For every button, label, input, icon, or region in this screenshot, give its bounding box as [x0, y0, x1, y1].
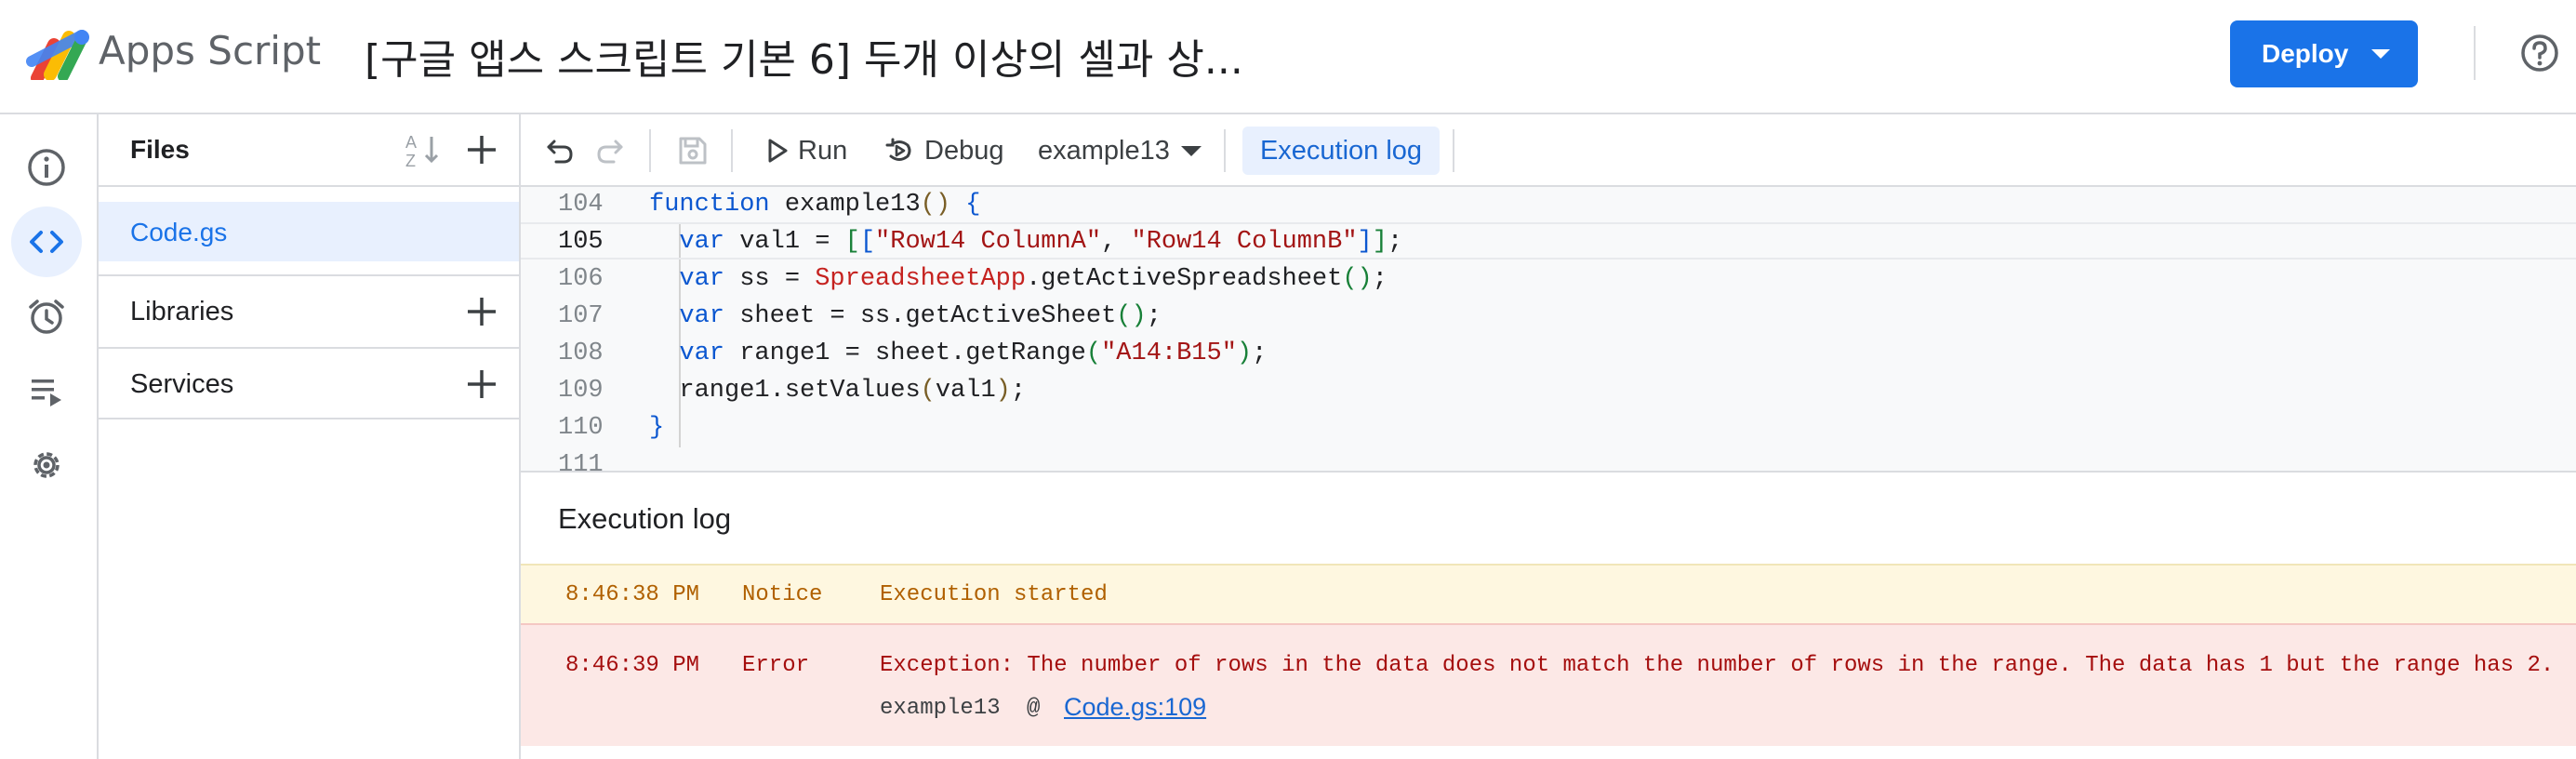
top-bar: Apps Script [구글 앱스 스크립트 기본 6] 두개 이상의 셀과 …	[0, 0, 2576, 114]
app-name[interactable]: Apps Script	[99, 28, 321, 73]
toolbar-divider	[1453, 129, 1454, 172]
apps-script-logo-icon[interactable]	[26, 26, 91, 80]
project-title[interactable]: [구글 앱스 스크립트 기본 6] 두개 이상의 셀과 상...	[365, 26, 1243, 86]
deploy-button[interactable]: Deploy	[2230, 20, 2418, 87]
log-entry-notice: 8:46:38 PM Notice Execution started	[521, 564, 2576, 625]
code-line: 104 function example13() {	[521, 187, 2576, 224]
add-service-icon[interactable]	[465, 367, 498, 401]
log-time: 8:46:38 PM	[565, 582, 700, 607]
code-text: var ss = SpreadsheetApp.getActiveSpreads…	[679, 265, 1388, 293]
line-number: 110	[558, 414, 604, 442]
left-rail	[0, 114, 99, 759]
execution-log-toggle-label: Execution log	[1259, 135, 1423, 166]
files-title: Files	[130, 135, 190, 164]
file-item-code-gs[interactable]: Code.gs	[99, 202, 519, 261]
rail-item-settings[interactable]	[11, 430, 82, 500]
code-text: }	[649, 414, 665, 442]
divider	[2474, 26, 2476, 80]
code-text: function example13() {	[649, 191, 981, 219]
toolbar-divider	[1224, 129, 1226, 172]
save-icon[interactable]	[677, 135, 709, 166]
toolbar-divider	[649, 129, 651, 172]
add-library-icon[interactable]	[465, 295, 498, 328]
execution-log-panel: Execution log 8:46:38 PM Notice Executio…	[521, 473, 2576, 759]
code-line: 106 var ss = SpreadsheetApp.getActiveSpr…	[521, 261, 2576, 299]
debug-button[interactable]: Debug	[885, 114, 1003, 187]
play-icon	[768, 139, 788, 163]
executions-icon	[32, 380, 61, 406]
files-header: Files A Z	[99, 114, 519, 187]
log-time: 8:46:39 PM	[565, 653, 700, 678]
code-line-current: 105 var val1 = [["Row14 ColumnA", "Row14…	[521, 222, 2576, 260]
function-select[interactable]: example13	[1038, 114, 1202, 187]
svg-text:A: A	[405, 133, 417, 152]
help-icon[interactable]	[2520, 33, 2559, 73]
log-entry-error: 8:46:39 PM Error Exception: The number o…	[521, 625, 2576, 746]
libraries-section: Libraries	[99, 274, 519, 347]
code-editor[interactable]: 104 function example13() { 105 var val1 …	[521, 187, 2576, 473]
svg-text:Z: Z	[405, 152, 416, 170]
code-line: 111	[521, 447, 2576, 473]
execution-log-toggle[interactable]: Execution log	[1242, 126, 1440, 175]
log-message: Exception: The number of rows in the dat…	[880, 653, 2555, 678]
function-select-value: example13	[1038, 135, 1170, 166]
sort-az-icon[interactable]: A Z	[402, 129, 443, 170]
line-number: 106	[558, 265, 604, 293]
info-icon	[28, 149, 65, 186]
code-line: 108 var range1 = sheet.getRange("A14:B15…	[521, 336, 2576, 373]
rail-item-editor[interactable]	[11, 206, 82, 277]
log-level: Notice	[742, 582, 823, 607]
alarm-icon	[29, 300, 64, 334]
stack-link[interactable]: Code.gs:109	[1064, 693, 1206, 722]
code-text: var val1 = [["Row14 ColumnA", "Row14 Col…	[679, 228, 1403, 256]
log-level: Error	[742, 653, 810, 678]
services-section: Services	[99, 347, 519, 419]
stack-at: @	[1027, 696, 1041, 721]
dropdown-arrow-icon	[2371, 49, 2390, 59]
libraries-label: Libraries	[130, 297, 234, 326]
editor-toolbar: Run Debug example13 Execution log	[521, 114, 2576, 187]
line-number: 111	[558, 451, 604, 473]
dropdown-arrow-icon	[1180, 145, 1202, 156]
debug-icon	[885, 138, 911, 161]
rail-item-overview[interactable]	[11, 132, 82, 203]
code-text: range1.setValues(val1);	[649, 377, 1027, 405]
line-number: 109	[558, 377, 604, 405]
line-number: 107	[558, 302, 604, 330]
settings-icon	[33, 452, 60, 478]
code-text: var range1 = sheet.getRange("A14:B15");	[679, 340, 1268, 367]
rail-item-triggers[interactable]	[11, 281, 82, 352]
code-icon	[30, 231, 63, 253]
log-message: Execution started	[880, 582, 1108, 607]
add-file-icon[interactable]	[465, 133, 498, 166]
line-number: 105	[558, 228, 604, 256]
files-panel: Files A Z Code.gs Libraries Services	[99, 114, 521, 759]
undo-icon[interactable]	[545, 136, 575, 166]
services-label: Services	[130, 369, 234, 399]
toolbar-divider	[731, 129, 733, 172]
file-name: Code.gs	[130, 218, 228, 246]
execution-log-title: Execution log	[558, 502, 732, 535]
rail-item-executions[interactable]	[11, 355, 82, 426]
code-line: 107 var sheet = ss.getActiveSheet();	[521, 299, 2576, 336]
run-label: Run	[798, 135, 848, 166]
code-line: 110 }	[521, 410, 2576, 447]
stack-function: example13	[880, 696, 1001, 721]
debug-label: Debug	[924, 135, 1004, 166]
line-number: 108	[558, 340, 604, 367]
redo-icon[interactable]	[595, 136, 625, 166]
run-button[interactable]: Run	[766, 114, 847, 187]
deploy-label: Deploy	[2262, 39, 2349, 68]
line-number: 104	[558, 191, 604, 219]
code-text: var sheet = ss.getActiveSheet();	[679, 302, 1162, 330]
code-line: 109 range1.setValues(val1);	[521, 373, 2576, 410]
